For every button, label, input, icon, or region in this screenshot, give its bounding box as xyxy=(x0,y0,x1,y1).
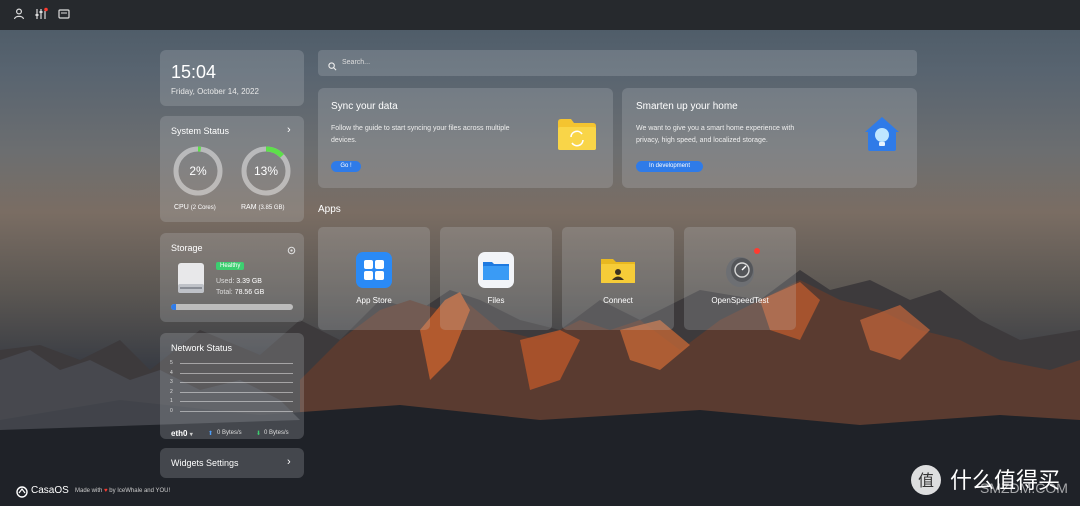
home-card-text-1: We want to give you a smart home experie… xyxy=(636,125,795,132)
storage-widget: Storage Healthy Used: 3.39 GB Total: 78.… xyxy=(160,233,304,322)
ram-label: RAM (3.85 GB) xyxy=(241,204,285,211)
network-interface-select[interactable]: eth0 ▾ xyxy=(171,429,193,438)
network-y-tick: 1 xyxy=(170,398,173,404)
download-arrow-icon: ⬇ xyxy=(256,431,262,437)
footer-credit: Made with ♥ by IceWhale and YOU! xyxy=(75,488,171,494)
network-status-title: Network Status xyxy=(171,343,233,353)
connect-folder-icon xyxy=(599,251,637,289)
app-label: Connect xyxy=(603,296,633,305)
watermark-brand: SMZDM.COM xyxy=(980,480,1068,496)
ram-percent: 13% xyxy=(253,164,279,178)
network-y-tick: 0 xyxy=(170,407,173,414)
storage-usage-fill xyxy=(171,304,177,310)
upload-arrow-icon: ⬆ xyxy=(208,431,214,437)
sync-card-text-2: devices. xyxy=(331,137,357,144)
chevron-right-icon[interactable]: › xyxy=(287,124,291,136)
network-y-tick: 3 xyxy=(170,379,173,385)
network-gridline xyxy=(180,410,293,412)
home-card-title: Smarten up your home xyxy=(636,101,738,112)
heart-icon: ♥ xyxy=(104,488,108,494)
cpu-label: CPU (2 Cores) xyxy=(174,204,216,211)
watermark-glyph: 值 xyxy=(918,471,934,490)
storage-usage-bar xyxy=(171,304,293,310)
storage-settings-icon[interactable] xyxy=(287,242,296,260)
search-icon xyxy=(328,58,337,76)
app-label: Files xyxy=(487,296,505,305)
network-y-tick: 2 xyxy=(170,388,173,395)
network-gridline xyxy=(180,391,293,393)
app-tile-files[interactable]: Files xyxy=(440,227,552,330)
smart-home-card: Smarten up your home We want to give you… xyxy=(622,88,917,188)
home-card-text-2: privacy, high speed, and localized stora… xyxy=(636,137,768,144)
disk-drive-icon xyxy=(177,262,205,299)
storage-health-badge: Healthy xyxy=(216,262,245,270)
storage-total: Total: 78.56 GB xyxy=(216,289,265,296)
search-bar[interactable]: Search... xyxy=(318,50,917,76)
app-tile-connect[interactable]: Connect xyxy=(562,227,674,330)
apps-heading: Apps xyxy=(318,204,341,215)
sync-go-button[interactable]: Go ! xyxy=(331,161,361,172)
notification-dot xyxy=(754,248,760,254)
network-status-widget: Network Status 5 4 3 2 1 0 eth0 ▾ ⬆ 0 Bytes/s… xyxy=(160,333,304,439)
network-y-tick: 4 xyxy=(170,369,173,376)
casaos-logo-icon xyxy=(16,485,28,503)
network-gridline xyxy=(180,401,293,402)
upload-rate: 0 Bytes/s xyxy=(217,430,242,436)
system-status-title: System Status xyxy=(171,126,230,136)
search-input[interactable]: Search... xyxy=(342,59,370,66)
footer-brand: CasaOS xyxy=(31,485,69,496)
files-folder-icon xyxy=(477,251,515,289)
network-gridline xyxy=(180,382,293,383)
watermark-logo-icon: 值 xyxy=(910,464,942,501)
clock-time: 15:04 xyxy=(171,62,217,82)
network-gridline xyxy=(180,372,293,374)
sync-folder-icon xyxy=(557,117,597,156)
app-label: OpenSpeedTest xyxy=(711,296,769,305)
network-gridline xyxy=(180,363,293,364)
chevron-right-icon: › xyxy=(287,456,291,468)
sync-card-title: Sync your data xyxy=(331,101,398,112)
storage-used: Used: 3.39 GB xyxy=(216,278,262,285)
app-label: App Store xyxy=(356,296,392,305)
settings-sliders-icon[interactable] xyxy=(34,7,48,21)
smart-home-bulb-icon xyxy=(863,115,901,158)
cpu-gauge: 2% xyxy=(172,145,224,197)
widgets-settings-button[interactable]: Widgets Settings › xyxy=(160,448,304,478)
sync-card-text-1: Follow the guide to start syncing your f… xyxy=(331,125,510,132)
storage-title: Storage xyxy=(171,243,203,253)
app-tile-openspeedtest[interactable]: OpenSpeedTest xyxy=(684,227,796,330)
cpu-percent: 2% xyxy=(189,164,207,178)
download-rate: 0 Bytes/s xyxy=(264,430,289,436)
speedtest-gauge-icon xyxy=(721,251,759,289)
clock-widget: 15:04 Friday, October 14, 2022 xyxy=(160,50,304,106)
clock-date: Friday, October 14, 2022 xyxy=(171,87,259,96)
widgets-settings-label: Widgets Settings xyxy=(171,458,239,468)
in-development-button[interactable]: In development xyxy=(636,161,703,172)
app-tile-app-store[interactable]: App Store xyxy=(318,227,430,330)
screen-icon[interactable] xyxy=(57,7,71,21)
app-store-icon xyxy=(355,251,393,289)
top-bar xyxy=(0,0,1080,30)
sync-data-card: Sync your data Follow the guide to start… xyxy=(318,88,613,188)
user-icon[interactable] xyxy=(12,7,26,21)
ram-gauge: 13% xyxy=(240,145,292,197)
system-status-widget: System Status › 2% CPU (2 Cores) 13% RAM… xyxy=(160,116,304,222)
network-y-tick: 5 xyxy=(170,360,173,366)
